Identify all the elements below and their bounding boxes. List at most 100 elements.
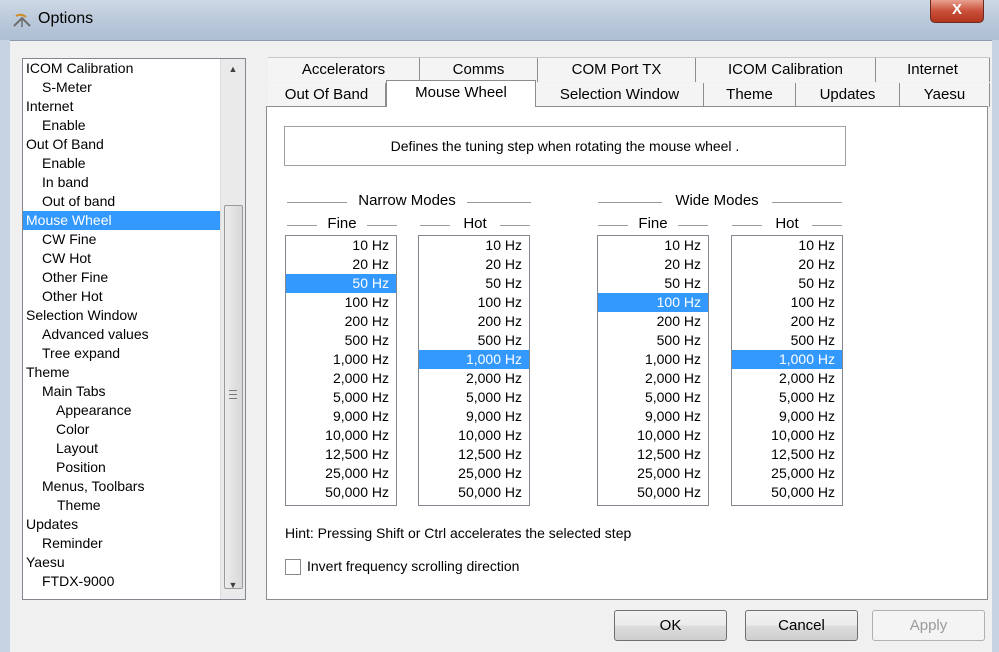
step-option[interactable]: 10,000 Hz: [598, 426, 708, 445]
tree-item[interactable]: Theme: [23, 363, 223, 382]
tab-selection-window[interactable]: Selection Window: [536, 83, 704, 107]
invert-scrolling-label[interactable]: Invert frequency scrolling direction: [307, 558, 519, 574]
tree-item[interactable]: Advanced values: [23, 325, 239, 344]
step-option[interactable]: 200 Hz: [419, 312, 529, 331]
tree-item[interactable]: Enable: [23, 154, 239, 173]
step-option[interactable]: 12,500 Hz: [419, 445, 529, 464]
tree-item[interactable]: Selection Window: [23, 306, 223, 325]
wide-fine-list[interactable]: 10 Hz 20 Hz 50 Hz 100 Hz 200 Hz 500 Hz 1,000 H…: [597, 235, 709, 506]
step-option[interactable]: 25,000 Hz: [419, 464, 529, 483]
step-option[interactable]: 2,000 Hz: [419, 369, 529, 388]
tree-item[interactable]: Other Fine: [23, 268, 239, 287]
tree-scrollbar[interactable]: ▲ ▼: [220, 59, 245, 599]
tab-accelerators[interactable]: Accelerators: [268, 58, 420, 82]
step-option[interactable]: 12,500 Hz: [286, 445, 396, 464]
tree-item[interactable]: CW Hot: [23, 249, 239, 268]
step-option[interactable]: 50,000 Hz: [732, 483, 842, 502]
step-option[interactable]: 25,000 Hz: [286, 464, 396, 483]
tree-item[interactable]: ICOM Calibration: [23, 59, 223, 78]
step-option[interactable]: 25,000 Hz: [732, 464, 842, 483]
step-option[interactable]: 10 Hz: [419, 236, 529, 255]
step-option[interactable]: 5,000 Hz: [598, 388, 708, 407]
step-option[interactable]: 2,000 Hz: [286, 369, 396, 388]
step-option[interactable]: 10,000 Hz: [419, 426, 529, 445]
tree-item[interactable]: Color: [23, 420, 245, 439]
step-option[interactable]: 20 Hz: [286, 255, 396, 274]
tree-item[interactable]: S-Meter: [23, 78, 239, 97]
step-option[interactable]: 500 Hz: [598, 331, 708, 350]
step-option[interactable]: 200 Hz: [732, 312, 842, 331]
cancel-button[interactable]: Cancel: [745, 610, 858, 641]
narrow-fine-list[interactable]: 10 Hz 20 Hz 50 Hz 100 Hz 200 Hz 500 Hz 1,000 H…: [285, 235, 397, 506]
tab-internet[interactable]: Internet: [876, 58, 990, 82]
step-option[interactable]: 1,000 Hz: [732, 350, 842, 369]
step-option[interactable]: 500 Hz: [732, 331, 842, 350]
tab-com-port-tx[interactable]: COM Port TX: [538, 58, 696, 82]
step-option[interactable]: 12,500 Hz: [598, 445, 708, 464]
scroll-up-icon[interactable]: ▲: [221, 59, 245, 79]
apply-button[interactable]: Apply: [872, 610, 985, 641]
step-option[interactable]: 200 Hz: [598, 312, 708, 331]
tree-item[interactable]: Other Hot: [23, 287, 239, 306]
title-bar[interactable]: Options X: [0, 0, 999, 41]
step-option[interactable]: 200 Hz: [286, 312, 396, 331]
tab-mouse-wheel[interactable]: Mouse Wheel: [386, 80, 536, 107]
step-option[interactable]: 100 Hz: [286, 293, 396, 312]
step-option[interactable]: 50 Hz: [286, 274, 396, 293]
tree-item[interactable]: Layout: [23, 439, 245, 458]
tab-theme[interactable]: Theme: [704, 83, 796, 107]
step-option[interactable]: 5,000 Hz: [732, 388, 842, 407]
step-option[interactable]: 5,000 Hz: [419, 388, 529, 407]
tree-item[interactable]: Main Tabs: [23, 382, 239, 401]
tab-yaesu[interactable]: Yaesu: [900, 83, 990, 107]
tree-item[interactable]: Out Of Band: [23, 135, 223, 154]
tree-item[interactable]: Yaesu: [23, 553, 223, 572]
scroll-thumb[interactable]: [224, 205, 243, 589]
step-option[interactable]: 25,000 Hz: [598, 464, 708, 483]
step-option[interactable]: 50 Hz: [419, 274, 529, 293]
step-option[interactable]: 2,000 Hz: [598, 369, 708, 388]
step-option[interactable]: 20 Hz: [598, 255, 708, 274]
tree-item[interactable]: Theme: [23, 496, 245, 515]
tree-item[interactable]: Internet: [23, 97, 223, 116]
tree-item[interactable]: Reminder: [23, 534, 239, 553]
tree-item[interactable]: FTDX-9000: [23, 572, 239, 591]
step-option[interactable]: 20 Hz: [419, 255, 529, 274]
tree-item[interactable]: Mouse Wheel: [23, 211, 223, 230]
tree-item[interactable]: Out of band: [23, 192, 239, 211]
tree-item[interactable]: Menus, Toolbars: [23, 477, 239, 496]
step-option[interactable]: 9,000 Hz: [419, 407, 529, 426]
step-option[interactable]: 20 Hz: [732, 255, 842, 274]
options-tree[interactable]: ICOM Calibration S-Meter Internet Enable Out…: [22, 58, 246, 600]
step-option[interactable]: 12,500 Hz: [732, 445, 842, 464]
tree-item[interactable]: CW Fine: [23, 230, 239, 249]
step-option[interactable]: 5,000 Hz: [286, 388, 396, 407]
step-option[interactable]: 50 Hz: [598, 274, 708, 293]
wide-hot-list[interactable]: 10 Hz 20 Hz 50 Hz 100 Hz 200 Hz 500 Hz 1,000 H…: [731, 235, 843, 506]
tree-item[interactable]: Position: [23, 458, 245, 477]
step-option[interactable]: 2,000 Hz: [732, 369, 842, 388]
step-option[interactable]: 10 Hz: [286, 236, 396, 255]
step-option[interactable]: 9,000 Hz: [598, 407, 708, 426]
tab-icom-calibration[interactable]: ICOM Calibration: [696, 58, 876, 82]
step-option[interactable]: 1,000 Hz: [419, 350, 529, 369]
ok-button[interactable]: OK: [614, 610, 727, 641]
step-option[interactable]: 500 Hz: [286, 331, 396, 350]
step-option[interactable]: 50,000 Hz: [419, 483, 529, 502]
tree-item[interactable]: Updates: [23, 515, 223, 534]
tab-comms[interactable]: Comms: [420, 58, 538, 82]
invert-scrolling-checkbox[interactable]: [285, 559, 301, 575]
step-option[interactable]: 9,000 Hz: [732, 407, 842, 426]
close-button[interactable]: X: [930, 0, 984, 23]
scroll-down-icon[interactable]: ▼: [221, 575, 245, 595]
tree-item[interactable]: Enable: [23, 116, 239, 135]
tab-out-of-band[interactable]: Out Of Band: [268, 83, 386, 107]
step-option[interactable]: 100 Hz: [419, 293, 529, 312]
tree-item[interactable]: Tree expand: [23, 344, 239, 363]
step-option[interactable]: 10,000 Hz: [286, 426, 396, 445]
step-option[interactable]: 1,000 Hz: [598, 350, 708, 369]
step-option[interactable]: 10 Hz: [732, 236, 842, 255]
narrow-hot-list[interactable]: 10 Hz 20 Hz 50 Hz 100 Hz 200 Hz 500 Hz 1,000 H…: [418, 235, 530, 506]
tab-updates[interactable]: Updates: [796, 83, 900, 107]
tree-item[interactable]: Appearance: [23, 401, 245, 420]
